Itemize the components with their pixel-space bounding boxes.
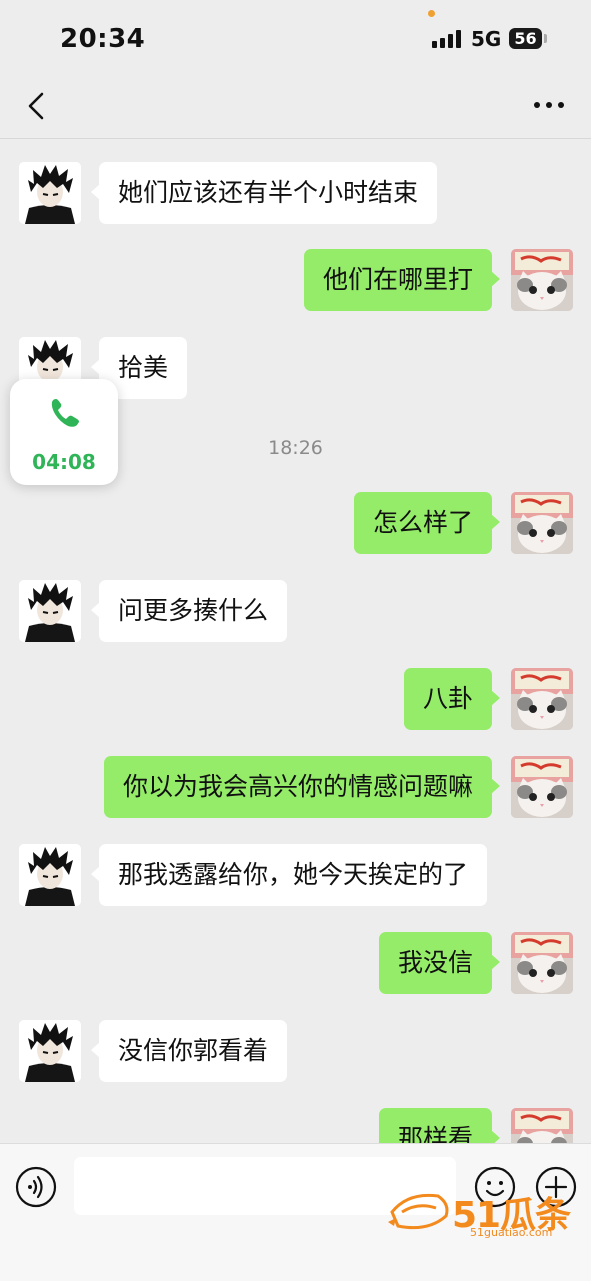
battery-tip [544,34,547,43]
status-time: 20:34 [60,24,146,54]
more-dots-icon[interactable] [534,102,564,112]
privacy-indicator-dot [428,10,435,17]
call-duration: 04:08 [32,450,96,474]
chat-header [0,78,591,139]
message-outgoing[interactable]: 八卦 [403,668,501,730]
signal-icon [432,30,466,48]
my-avatar[interactable] [511,932,573,994]
my-avatar[interactable] [511,492,573,554]
floating-call-window[interactable]: 04:08 [10,379,118,485]
phone-icon [51,399,79,427]
message-incoming[interactable]: 问更多揍什么 [90,580,288,642]
my-avatar[interactable] [511,756,573,818]
watermark-url: 51guatiao.com [470,1226,553,1239]
my-avatar[interactable] [511,249,573,311]
message-incoming[interactable]: 她们应该还有半个小时结束 [90,162,438,224]
contact-avatar[interactable] [19,1020,81,1082]
message-incoming[interactable]: 那我透露给你，她今天挨定的了 [90,844,488,906]
message-outgoing[interactable]: 我没信 [378,932,501,994]
status-bar: 20:34 5G 56 [0,0,591,78]
contact-avatar[interactable] [19,844,81,906]
my-avatar[interactable] [511,668,573,730]
message-outgoing[interactable]: 你以为我会高兴你的情感问题嘛 [103,756,501,818]
contact-avatar[interactable] [19,580,81,642]
network-type: 5G [471,27,502,51]
voice-icon[interactable] [15,1166,57,1208]
contact-avatar[interactable] [19,162,81,224]
message-outgoing[interactable]: 他们在哪里打 [303,249,501,311]
message-outgoing[interactable]: 怎么样了 [353,492,501,554]
chevron-left-icon[interactable] [22,90,54,122]
battery-icon: 56 [509,28,542,49]
message-incoming[interactable]: 没信你郭看着 [90,1020,288,1082]
